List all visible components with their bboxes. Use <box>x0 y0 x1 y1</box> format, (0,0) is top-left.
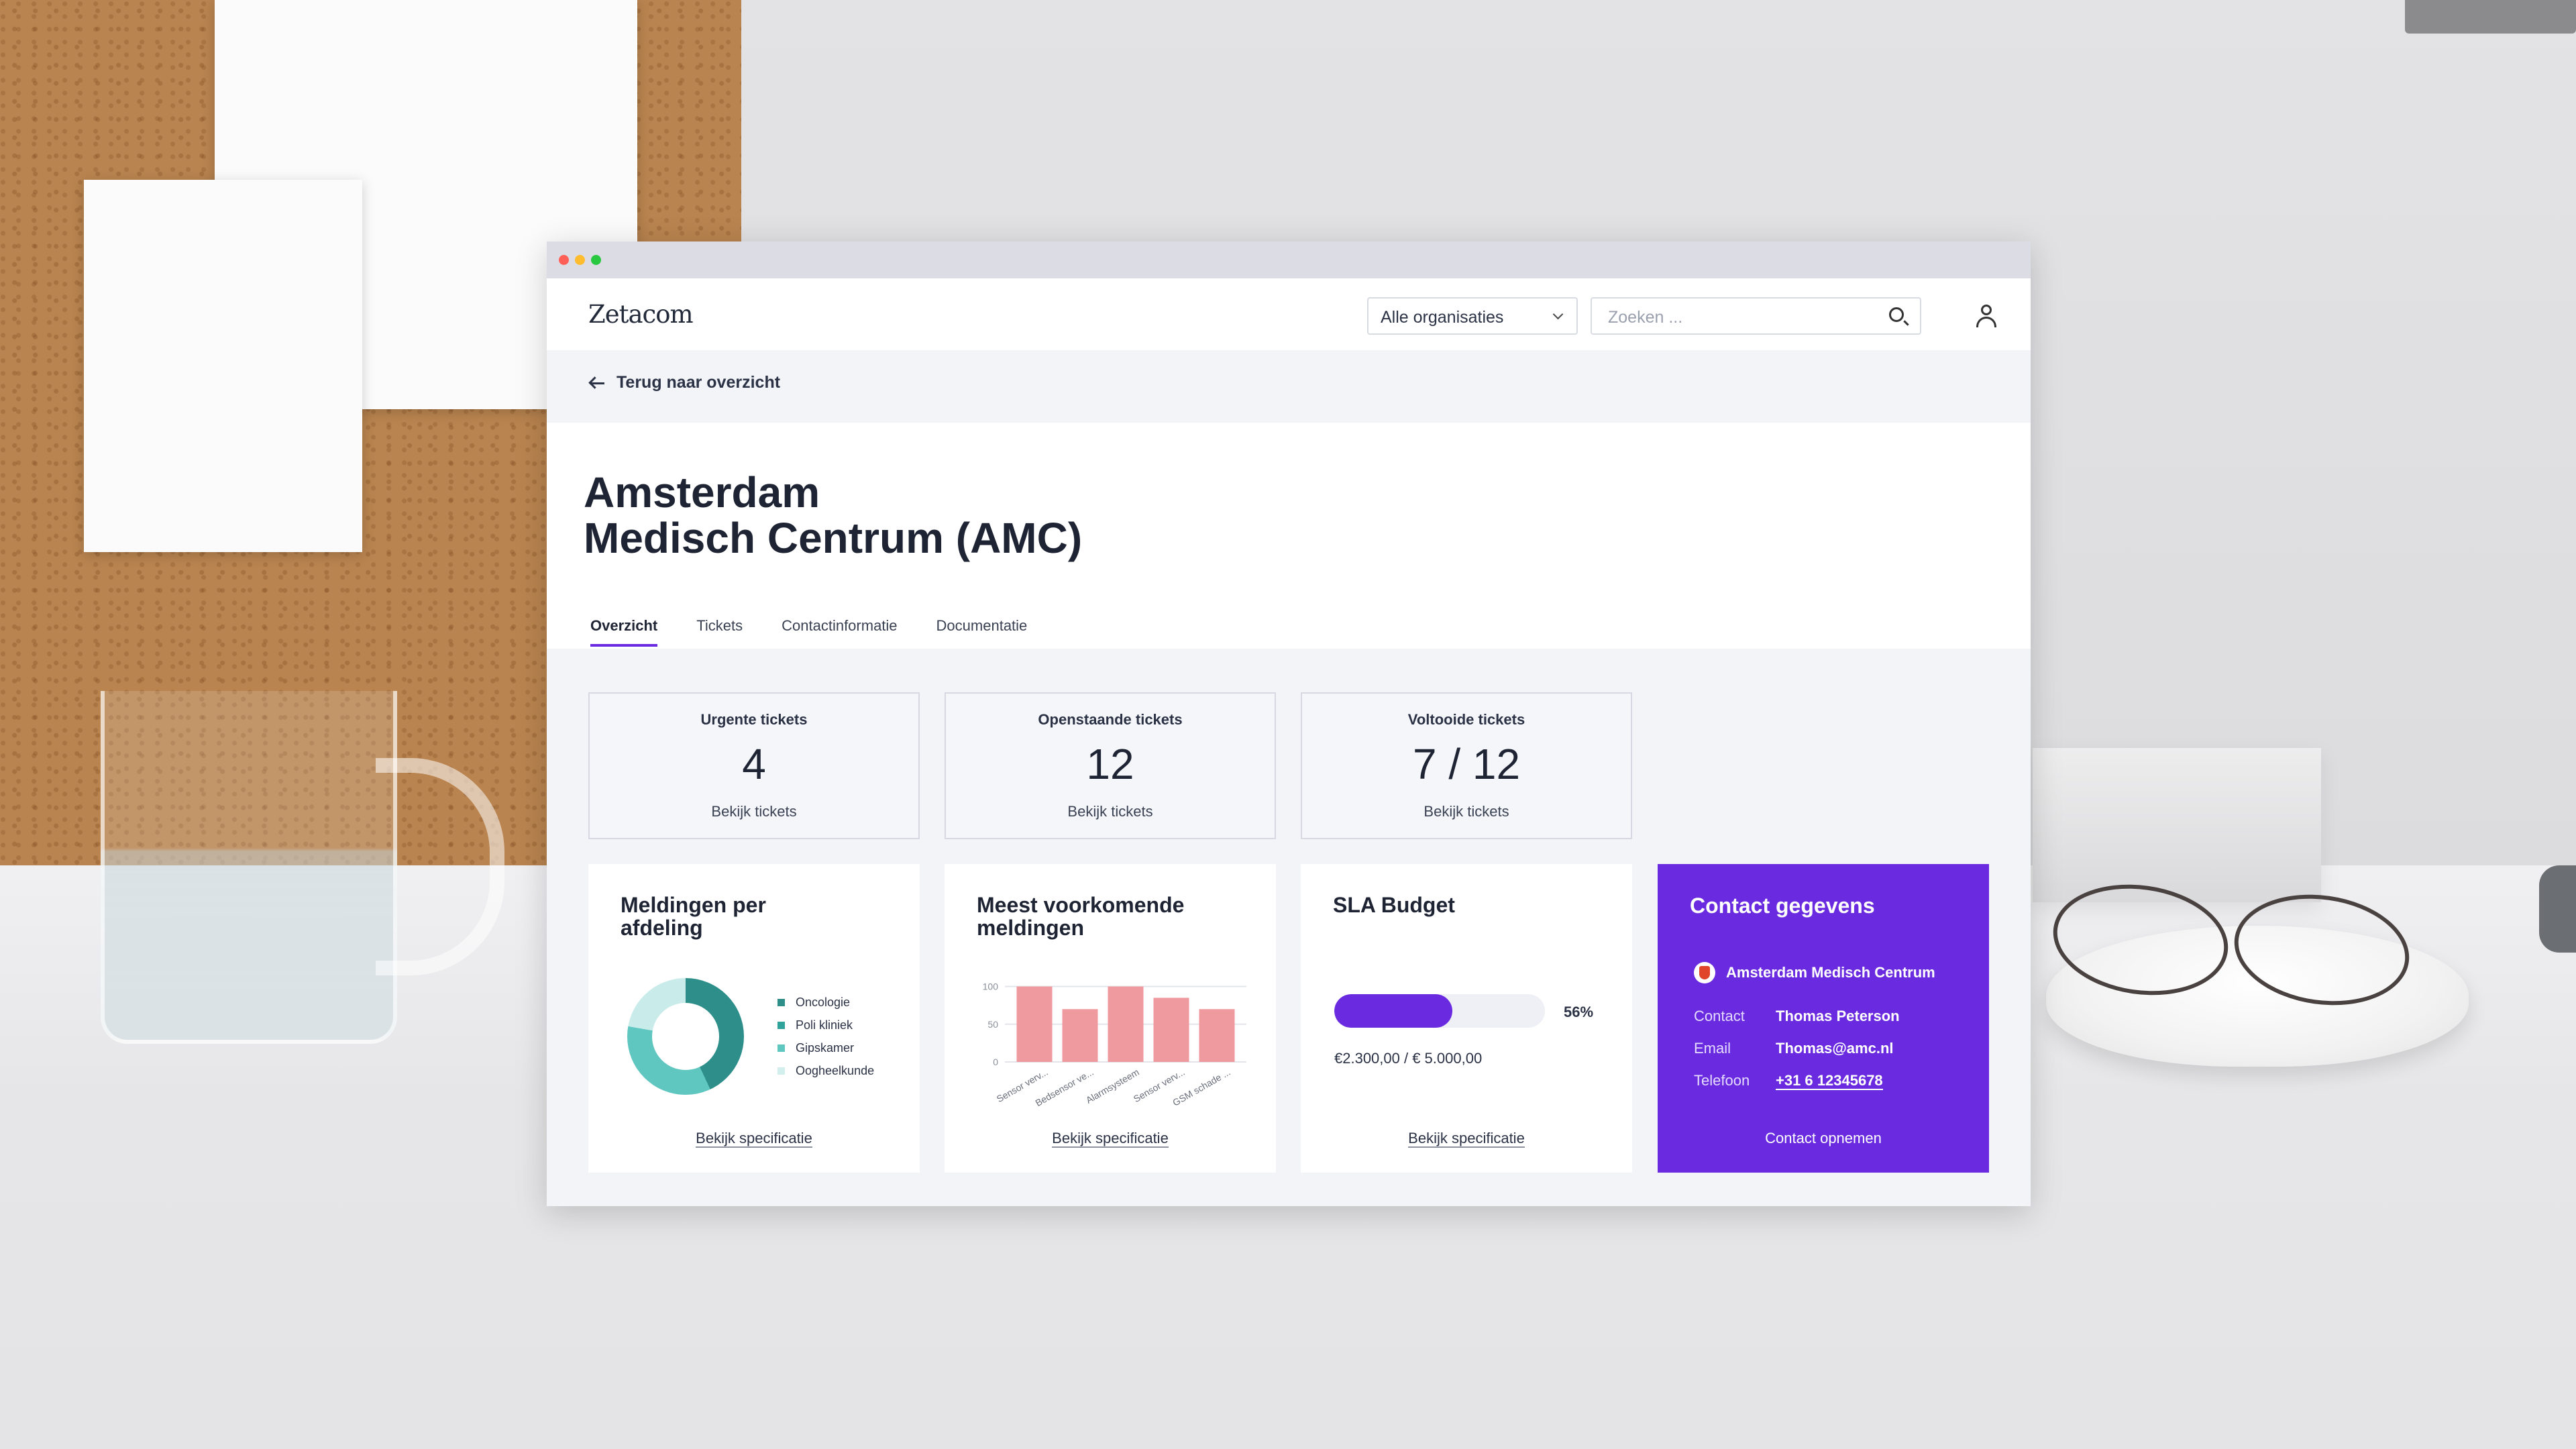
search-icon[interactable] <box>1889 307 1904 322</box>
window-titlebar <box>547 241 2031 278</box>
user-icon[interactable] <box>1974 303 2000 330</box>
contact-card-title: Contact gegevens <box>1690 894 1875 918</box>
view-tickets-link[interactable]: Bekijk tickets <box>1302 803 1631 820</box>
bar <box>1153 998 1189 1062</box>
paper-note <box>84 180 362 552</box>
contact-phone-link[interactable]: +31 6 12345678 <box>1776 1072 1883 1090</box>
organisation-select-value: Alle organisaties <box>1381 308 1504 327</box>
frequent-notifications-card: Meest voorkomende meldingen 0 50 100 Sensor… <box>945 864 1276 1173</box>
legend-swatch <box>777 1044 785 1052</box>
organisation-logo-icon <box>1694 962 1715 983</box>
chevron-down-icon <box>1552 309 1564 320</box>
legend-swatch <box>777 1067 785 1075</box>
view-specification-link[interactable]: Bekijk specificatie <box>1408 1130 1525 1148</box>
y-tick-label: 50 <box>987 1019 998 1030</box>
app-logo[interactable]: Zetacom <box>588 300 694 329</box>
stat-value: 7 / 12 <box>1412 740 1521 788</box>
browser-window: Zetacom Alle organisaties Terug naar ove… <box>547 241 2031 1206</box>
stat-label: Voltooide tickets <box>1407 711 1525 728</box>
tab-tickets[interactable]: Tickets <box>696 617 743 647</box>
stat-card-open: Openstaande tickets 12 Bekijk tickets <box>945 692 1276 839</box>
view-tickets-link[interactable]: Bekijk tickets <box>590 803 918 820</box>
organisation-select[interactable]: Alle organisaties <box>1367 297 1578 335</box>
legend-item: Gipskamer <box>777 1041 874 1055</box>
frequent-notifications-title: Meest voorkomende meldingen <box>977 893 1185 940</box>
contact-row-contact: Contact Thomas Peterson <box>1694 1008 1900 1024</box>
contact-row-email: Email Thomas@amc.nl <box>1694 1040 1894 1057</box>
sla-percentage: 56% <box>1564 1004 1594 1020</box>
legend-item: Poli kliniek <box>777 1018 874 1032</box>
contact-organisation-name: Amsterdam Medisch Centrum <box>1726 964 1935 981</box>
view-specification-link[interactable]: Bekijk specificatie <box>696 1130 812 1148</box>
search-box <box>1591 297 1921 335</box>
sla-budget-title: SLA Budget <box>1333 893 1455 917</box>
top-navigation: Zetacom Alle organisaties <box>547 278 2031 350</box>
stat-value: 4 <box>742 740 766 788</box>
sla-amount: €2.300,00 / € 5.000,00 <box>1334 1050 1483 1067</box>
sla-progress-fill <box>1334 994 1452 1028</box>
page-title-line-2: Medisch Centrum (AMC) <box>584 514 1083 562</box>
tab-documentatie[interactable]: Documentatie <box>936 617 1028 647</box>
frequent-notifications-bar-chart: 050100Sensor verv...Bedsensor ve...Alarm… <box>983 981 1246 1108</box>
tab-overzicht[interactable]: Overzicht <box>590 617 658 647</box>
back-link-label: Terug naar overzicht <box>616 373 781 392</box>
stat-card-completed: Voltooide tickets 7 / 12 Bekijk tickets <box>1301 692 1632 839</box>
stat-card-urgent: Urgente tickets 4 Bekijk tickets <box>588 692 920 839</box>
lamp-base-image <box>2539 865 2576 953</box>
stat-value: 12 <box>1086 740 1134 788</box>
contact-opnemen-button[interactable]: Contact opnemen <box>1658 1130 1989 1147</box>
maximize-window-button[interactable] <box>591 255 601 265</box>
back-to-overview-link[interactable]: Terug naar overzicht <box>588 373 780 392</box>
bar <box>1199 1009 1235 1062</box>
bar <box>1108 986 1144 1062</box>
book-image <box>2033 748 2321 902</box>
contact-person: Thomas Peterson <box>1776 1008 1900 1024</box>
tab-contactinformatie[interactable]: Contactinformatie <box>782 617 897 647</box>
y-tick-label: 100 <box>983 981 999 992</box>
search-input[interactable] <box>1607 305 1864 329</box>
tab-bar: Overzicht Tickets Contactinformatie Docu… <box>590 617 1066 647</box>
legend-swatch <box>777 1022 785 1029</box>
stat-label: Urgente tickets <box>700 711 808 728</box>
departments-card: Meldingen per afdeling Oncologie Poli kl… <box>588 864 920 1173</box>
close-window-button[interactable] <box>559 255 569 265</box>
stat-label: Openstaande tickets <box>1038 711 1183 728</box>
view-specification-link[interactable]: Bekijk specificatie <box>1052 1130 1169 1148</box>
arrow-left-icon <box>588 376 606 390</box>
y-tick-label: 0 <box>993 1057 998 1067</box>
contact-organisation: Amsterdam Medisch Centrum <box>1694 962 1935 983</box>
water-glass-image <box>101 691 397 1044</box>
lamp-image <box>2405 0 2576 34</box>
contact-card: Contact gegevens Amsterdam Medisch Centr… <box>1658 864 1989 1173</box>
sla-progress-track <box>1334 994 1545 1028</box>
sla-budget-card: SLA Budget 56% €2.300,00 / € 5.000,00 Be… <box>1301 864 1632 1173</box>
donut-legend: Oncologie Poli kliniek Gipskamer Oogheel… <box>777 996 874 1087</box>
contact-row-phone: Telefoon +31 6 12345678 <box>1694 1072 1883 1090</box>
departments-donut-chart <box>627 978 744 1095</box>
minimize-window-button[interactable] <box>575 255 585 265</box>
contact-email[interactable]: Thomas@amc.nl <box>1776 1040 1894 1057</box>
bar <box>1016 986 1053 1062</box>
departments-card-title: Meldingen per afdeling <box>621 893 766 940</box>
bar <box>1062 1009 1098 1062</box>
page-title: Amsterdam Medisch Centrum (AMC) <box>584 470 1082 561</box>
legend-item: Oncologie <box>777 996 874 1010</box>
view-tickets-link[interactable]: Bekijk tickets <box>946 803 1275 820</box>
legend-swatch <box>777 999 785 1006</box>
legend-item: Oogheelkunde <box>777 1064 874 1078</box>
page-title-line-1: Amsterdam <box>584 468 820 517</box>
page-header: Amsterdam Medisch Centrum (AMC) Overzich… <box>547 423 2031 649</box>
